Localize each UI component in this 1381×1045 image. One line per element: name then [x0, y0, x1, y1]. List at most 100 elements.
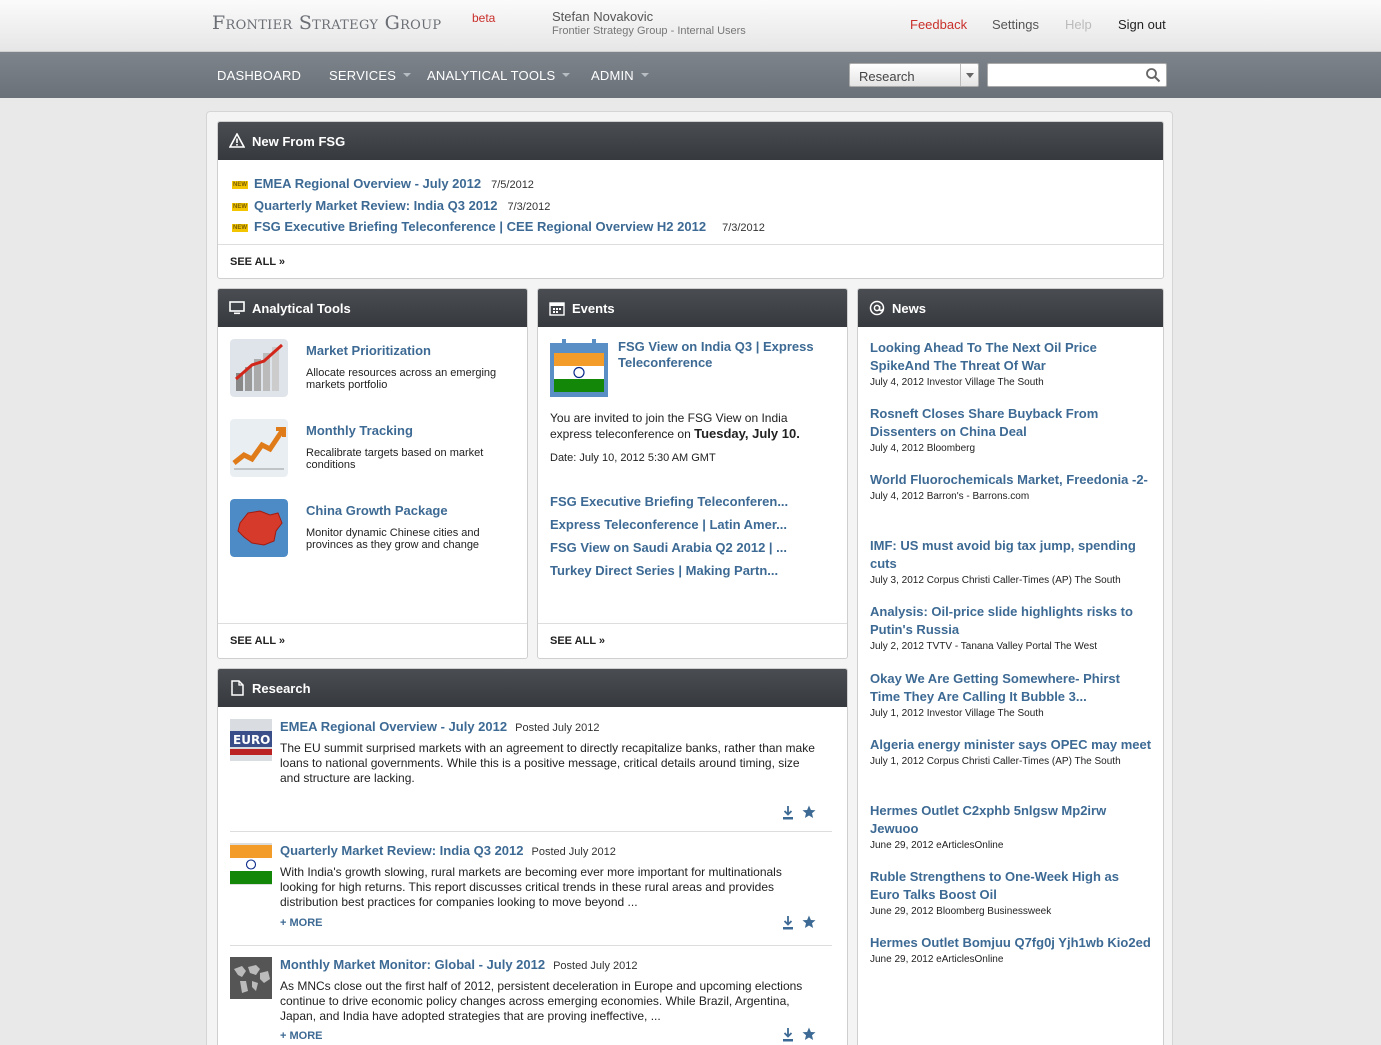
research-title-text: Monthly Market Monitor: Global - July 20… — [280, 957, 546, 972]
new-item: NEW FSG Executive Briefing Teleconference… — [232, 218, 765, 236]
trend-chart-thumbnail-icon — [230, 419, 288, 477]
feedback-link[interactable]: Feedback — [910, 17, 967, 32]
help-link[interactable]: Help — [1065, 17, 1092, 32]
event-link[interactable]: FSG View on Saudi Arabia Q2 2012 | ... — [550, 540, 787, 555]
dropdown-arrow-icon — [960, 64, 978, 86]
main-nav: DASHBOARD SERVICES ANALYTICAL TOOLS ADMI… — [0, 52, 1381, 98]
tool-title[interactable]: Market Prioritization — [306, 343, 431, 358]
research-item: Monthly Market Monitor: Global - July 20… — [230, 957, 832, 1045]
research-summary: With India's growth slowing, rural marke… — [280, 865, 782, 909]
research-title-link[interactable]: Quarterly Market Review: India Q3 2012 Po… — [280, 843, 616, 858]
document-icon — [231, 680, 244, 696]
fsg-logo[interactable]: Frontier Strategy Group — [212, 12, 441, 34]
panel-header: News — [858, 289, 1163, 327]
divider — [218, 244, 1163, 245]
more-link[interactable]: + MORE — [280, 917, 322, 929]
search-input[interactable] — [987, 63, 1167, 87]
news-item: Looking Ahead To The Next Oil Price Spik… — [870, 339, 1152, 388]
news-panel: News Looking Ahead To The Next Oil Price… — [857, 288, 1164, 1045]
settings-link[interactable]: Settings — [992, 17, 1039, 32]
event-link[interactable]: Turkey Direct Series | Making Partn... — [550, 563, 778, 578]
research-posted-date: Posted July 2012 — [553, 960, 638, 972]
news-title-link[interactable]: Looking Ahead To The Next Oil Price Spik… — [870, 340, 1097, 373]
news-title-link[interactable]: IMF: US must avoid big tax jump, spendin… — [870, 538, 1136, 571]
news-title-link[interactable]: Analysis: Oil-price slide highlights ris… — [870, 604, 1133, 637]
featured-event-link[interactable]: FSG View on India Q3 | Express Teleconfe… — [618, 339, 828, 371]
news-item: World Fluorochemicals Market, Freedonia … — [870, 471, 1152, 502]
news-title-link[interactable]: Ruble Strengthens to One-Week High as Eu… — [870, 869, 1119, 902]
panel-header: Analytical Tools — [218, 289, 527, 327]
research-actions — [782, 805, 822, 821]
dashboard-container: New From FSG NEW EMEA Regional Overview -… — [206, 111, 1173, 1045]
research-title-link[interactable]: EMEA Regional Overview - July 2012 Posted… — [280, 719, 600, 734]
news-title-link[interactable]: Rosneft Closes Share Buyback From Dissen… — [870, 406, 1098, 439]
research-posted-date: Posted July 2012 — [531, 846, 616, 858]
news-title-link[interactable]: World Fluorochemicals Market, Freedonia … — [870, 472, 1148, 487]
news-title-link[interactable]: Hermes Outlet C2xphb 5nlgsw Mp2irw Jewuo… — [870, 803, 1106, 836]
research-actions — [782, 1027, 822, 1043]
at-sign-icon — [869, 300, 885, 316]
new-item-date: 7/3/2012 — [722, 222, 765, 234]
new-item-link[interactable]: Quarterly Market Review: India Q3 2012 — [254, 198, 498, 213]
event-link[interactable]: Express Teleconference | Latin Amer... — [550, 517, 787, 532]
news-item: IMF: US must avoid big tax jump, spendin… — [870, 537, 1152, 586]
tool-title[interactable]: Monthly Tracking — [306, 423, 413, 438]
panel-title: Events — [572, 301, 615, 316]
news-meta: July 1, 2012 Investor Village The South — [870, 708, 1044, 719]
news-item: Hermes Outlet C2xphb 5nlgsw Mp2irw Jewuo… — [870, 802, 1152, 851]
tool-description: Monitor dynamic Chinese cities and provi… — [306, 527, 480, 551]
research-summary: The EU summit surprised markets with an … — [280, 741, 815, 785]
news-item: Rosneft Closes Share Buyback From Dissen… — [870, 405, 1152, 454]
nav-admin[interactable]: ADMIN — [591, 68, 649, 83]
divider — [230, 945, 832, 946]
new-badge-icon: NEW — [232, 203, 248, 211]
news-meta: July 4, 2012 Bloomberg — [870, 443, 976, 454]
download-icon[interactable] — [782, 805, 794, 821]
nav-services[interactable]: SERVICES — [329, 68, 412, 83]
search-scope-select[interactable]: Research — [849, 63, 979, 87]
see-all-link[interactable]: SEE ALL » — [230, 256, 285, 268]
news-title-link[interactable]: Okay We Are Getting Somewhere- Phirst Ti… — [870, 671, 1120, 704]
star-icon[interactable] — [802, 1027, 816, 1041]
panel-title: Analytical Tools — [252, 301, 351, 316]
event-link[interactable]: FSG Executive Briefing Teleconferen... — [550, 494, 788, 509]
tool-title[interactable]: China Growth Package — [306, 503, 448, 518]
divider — [218, 623, 527, 624]
news-meta: June 29, 2012 Bloomberg Businessweek — [870, 906, 1052, 917]
bar-chart-thumbnail-icon — [230, 339, 288, 397]
nav-analytical-tools[interactable]: ANALYTICAL TOOLS — [427, 68, 571, 83]
research-title-link[interactable]: Monthly Market Monitor: Global - July 20… — [280, 957, 637, 972]
panel-title: News — [892, 301, 926, 316]
research-title-text: EMEA Regional Overview - July 2012 — [280, 719, 508, 734]
search-scope-value: Research — [859, 69, 915, 84]
new-item-link[interactable]: FSG Executive Briefing Teleconference | … — [254, 219, 706, 234]
nav-dashboard[interactable]: DASHBOARD — [217, 68, 301, 83]
download-icon[interactable] — [782, 915, 794, 931]
see-all-link[interactable]: SEE ALL » — [550, 635, 605, 647]
new-item-link[interactable]: EMEA Regional Overview - July 2012 — [254, 176, 481, 191]
news-meta: July 4, 2012 Barron's - Barrons.com — [870, 491, 1030, 502]
signout-link[interactable]: Sign out — [1118, 17, 1166, 32]
chevron-down-icon — [640, 73, 649, 77]
nav-services-label: SERVICES — [329, 68, 397, 83]
star-icon[interactable] — [802, 915, 816, 929]
svg-text:EURO: EURO — [233, 733, 270, 747]
more-link[interactable]: + MORE — [280, 1030, 322, 1042]
research-summary: As MNCs close out the first half of 2012… — [280, 979, 803, 1023]
world-map-thumbnail-icon — [230, 957, 272, 999]
news-item: Okay We Are Getting Somewhere- Phirst Ti… — [870, 670, 1152, 719]
news-meta: July 1, 2012 Corpus Christi Caller-Times… — [870, 756, 1121, 767]
new-item-date: 7/5/2012 — [491, 179, 534, 191]
panel-header: New From FSG — [218, 122, 1163, 160]
divider — [230, 831, 832, 832]
see-all-link[interactable]: SEE ALL » — [230, 635, 285, 647]
star-icon[interactable] — [802, 805, 816, 819]
download-icon[interactable] — [782, 1027, 794, 1043]
news-title-link[interactable]: Hermes Outlet Bomjuu Q7fg0j Yjh1wb Kio2e… — [870, 935, 1151, 950]
research-title-text: Quarterly Market Review: India Q3 2012 — [280, 843, 524, 858]
search-icon[interactable] — [1145, 67, 1161, 83]
user-organization: Frontier Strategy Group - Internal Users — [552, 25, 746, 37]
panel-header: Research — [218, 669, 847, 707]
news-meta: July 3, 2012 Corpus Christi Caller-Times… — [870, 575, 1121, 586]
news-title-link[interactable]: Algeria energy minister says OPEC may me… — [870, 737, 1151, 752]
